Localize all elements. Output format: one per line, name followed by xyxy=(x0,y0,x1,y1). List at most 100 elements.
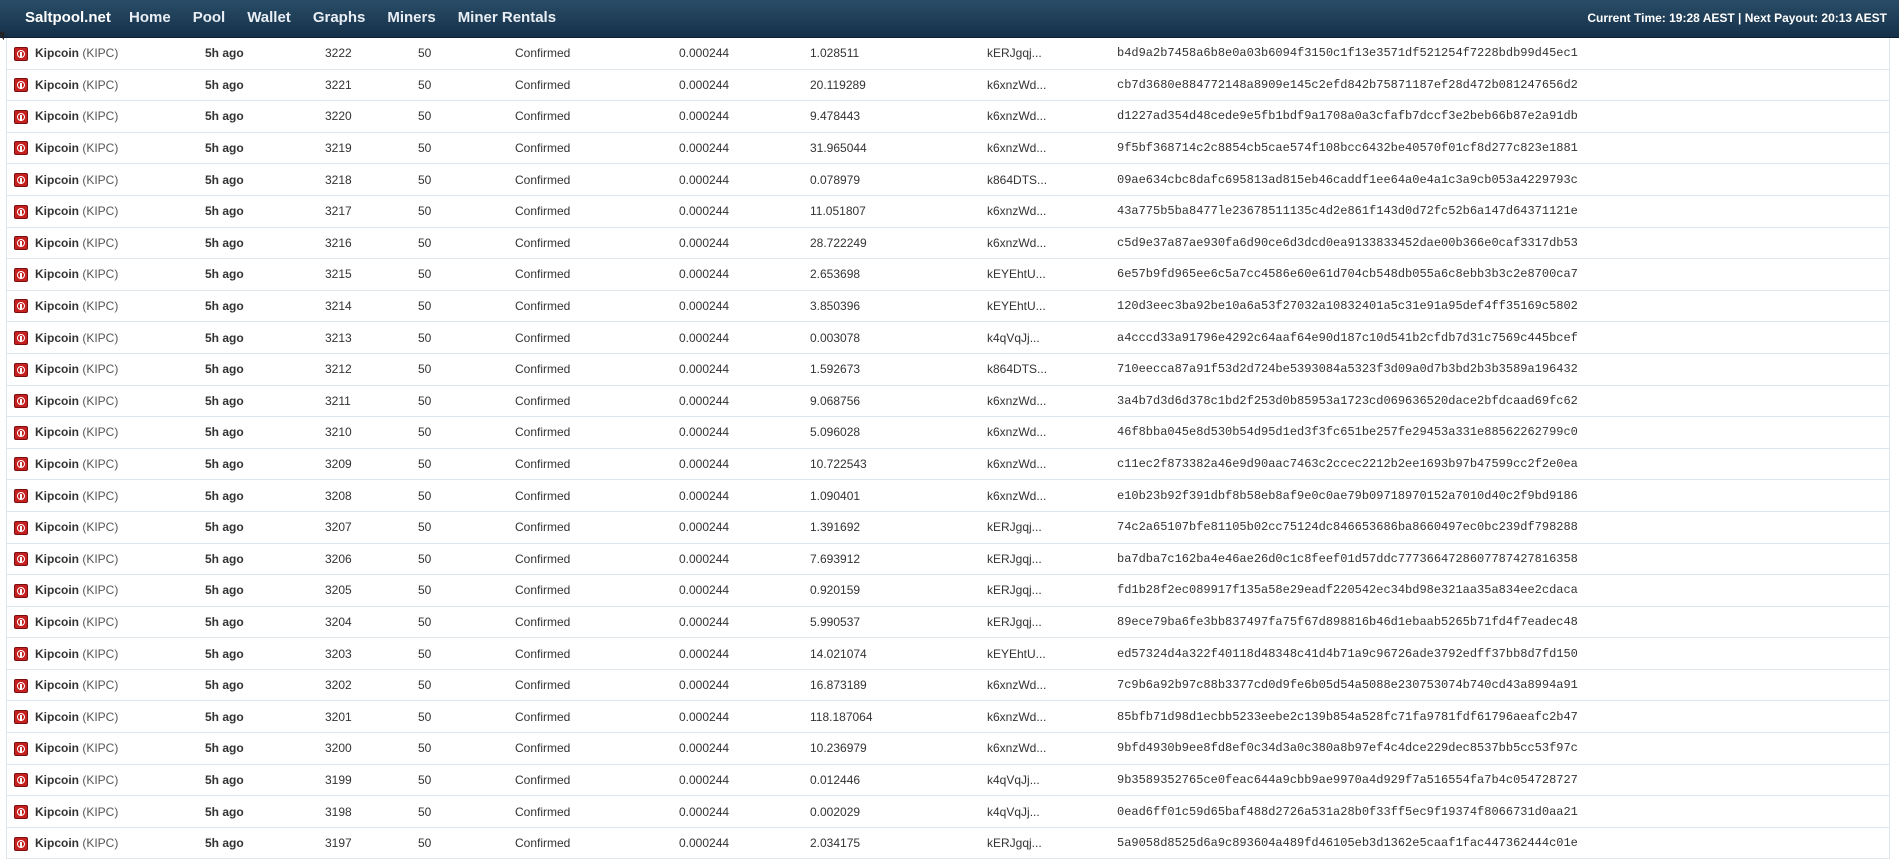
block-finder-cell: k6xnzWd... xyxy=(987,385,1117,418)
block-confirmations: 50 xyxy=(418,764,515,797)
block-hash-link[interactable]: 46f8bba045e8d530b54d95d1ed3f3fc651be257f… xyxy=(1117,425,1578,439)
block-reward: 2.653698 xyxy=(810,258,987,291)
coin-cell: Kipcoin (KIPC) xyxy=(35,827,205,858)
block-finder-link[interactable]: k6xnzWd... xyxy=(987,78,1046,92)
block-hash-link[interactable]: 74c2a65107bfe81105b02cc75124dc846653686b… xyxy=(1117,520,1578,534)
nav-link-miners[interactable]: Miners xyxy=(387,0,435,36)
block-finder-link[interactable]: kERJgqj... xyxy=(987,46,1042,60)
block-finder-link[interactable]: k4qVqJj... xyxy=(987,773,1040,787)
block-confirmations: 50 xyxy=(418,385,515,418)
block-finder-link[interactable]: k6xnzWd... xyxy=(987,141,1046,155)
block-hash-link[interactable]: 7c9b6a92b97c88b3377cd0d9fe6b05d54a5088e2… xyxy=(1117,678,1578,692)
coin-cell: Kipcoin (KIPC) xyxy=(35,574,205,607)
block-status: Confirmed xyxy=(515,321,679,354)
block-finder-link[interactable]: kEYEhtU... xyxy=(987,267,1046,281)
coin-cell: Kipcoin (KIPC) xyxy=(35,700,205,734)
block-finder-link[interactable]: k4qVqJj... xyxy=(987,331,1040,345)
block-height: 3220 xyxy=(325,100,418,133)
block-finder-link[interactable]: kERJgqj... xyxy=(987,615,1042,629)
block-hash-link[interactable]: ed57324d4a322f40118d48348c41d4b71a9c9672… xyxy=(1117,647,1578,661)
block-finder-link[interactable]: k6xnzWd... xyxy=(987,457,1046,471)
coin-name: Kipcoin xyxy=(35,362,79,377)
block-time: 5h ago xyxy=(205,669,325,702)
block-hash-link[interactable]: ba7dba7c162ba4e46ae26d0c1c8feef01d57ddc7… xyxy=(1117,552,1578,566)
block-hash-link[interactable]: c11ec2f873382a46e9d90aac7463c2ccec2212b2… xyxy=(1117,457,1578,471)
coin-icon-cell xyxy=(7,258,35,291)
block-height: 3219 xyxy=(325,132,418,165)
block-hash-link[interactable]: e10b23b92f391dbf8b58eb8af9e0c0ae79b09718… xyxy=(1117,489,1578,503)
block-finder-link[interactable]: k6xnzWd... xyxy=(987,204,1046,218)
block-hash-link[interactable]: 0ead6ff01c59d65baf488d2726a531a28b0f33ff… xyxy=(1117,805,1578,819)
block-finder-link[interactable]: kEYEhtU... xyxy=(987,299,1046,313)
block-difficulty: 0.000244 xyxy=(679,385,810,418)
block-difficulty: 0.000244 xyxy=(679,258,810,291)
block-finder-link[interactable]: k6xnzWd... xyxy=(987,710,1046,724)
block-finder-link[interactable]: k864DTS... xyxy=(987,173,1047,187)
coin-ticker: (KIPC) xyxy=(82,804,119,819)
block-finder-link[interactable]: k6xnzWd... xyxy=(987,425,1046,439)
block-finder-cell: k6xnzWd... xyxy=(987,448,1117,481)
block-finder-link[interactable]: kERJgqj... xyxy=(987,836,1042,850)
kipcoin-icon xyxy=(14,457,28,472)
block-hash-link[interactable]: d1227ad354d48cede9e5fb1bdf9a1708a0a3cfaf… xyxy=(1117,109,1578,123)
block-hash-link[interactable]: 43a775b5ba8477le23678511135c4d2e861f143d… xyxy=(1117,204,1578,218)
coin-ticker: (KIPC) xyxy=(82,204,119,219)
block-hash-link[interactable]: 09ae634cbc8dafc695813ad815eb46caddf1ee64… xyxy=(1117,173,1578,187)
block-status: Confirmed xyxy=(515,416,679,449)
block-finder-link[interactable]: k6xnzWd... xyxy=(987,741,1046,755)
block-hash-link[interactable]: c5d9e37a87ae930fa6d90ce6d3dcd0ea91338334… xyxy=(1117,236,1578,250)
block-hash-link[interactable]: 5a9058d8525d6a9c893604a489fd46105eb3d136… xyxy=(1117,836,1578,850)
block-finder-link[interactable]: k4qVqJj... xyxy=(987,805,1040,819)
block-hash-link[interactable]: 6e57b9fd965ee6c5a7cc4586e60e61d704cb548d… xyxy=(1117,267,1578,281)
block-hash-link[interactable]: fd1b28f2ec089917f135a58e29eadf220542ec34… xyxy=(1117,583,1578,597)
coin-name: Kipcoin xyxy=(35,172,79,187)
block-finder-link[interactable]: k6xnzWd... xyxy=(987,678,1046,692)
block-reward: 3.850396 xyxy=(810,290,987,323)
block-finder-cell: k6xnzWd... xyxy=(987,132,1117,165)
block-time: 5h ago xyxy=(205,353,325,386)
block-status: Confirmed xyxy=(515,353,679,386)
block-finder-link[interactable]: kERJgqj... xyxy=(987,583,1042,597)
nav-link-wallet[interactable]: Wallet xyxy=(247,0,291,36)
block-hash-link[interactable]: 9b3589352765ce0feac644a9cbb9ae9970a4d929… xyxy=(1117,773,1578,787)
block-hash-link[interactable]: 89ece79ba6fe3bb837497fa75f67d898816b46d1… xyxy=(1117,615,1578,629)
block-status: Confirmed xyxy=(515,258,679,291)
block-hash-cell: 710eecca87a91f53d2d724be5393084a5323f3d0… xyxy=(1117,353,1889,386)
coin-cell: Kipcoin (KIPC) xyxy=(35,511,205,544)
coin-icon-cell xyxy=(7,827,35,858)
nav-link-home[interactable]: Home xyxy=(129,0,171,36)
block-finder-link[interactable]: k6xnzWd... xyxy=(987,109,1046,123)
brand-link[interactable]: Saltpool.net xyxy=(25,0,111,36)
block-hash-link[interactable]: cb7d3680e884772148a8909e145c2efd842b7587… xyxy=(1117,78,1578,92)
coin-icon-cell xyxy=(7,574,35,607)
block-confirmations: 50 xyxy=(418,836,432,851)
block-hash-link[interactable]: 120d3eec3ba92be10a6a53f27032a10832401a5c… xyxy=(1117,299,1578,313)
block-hash-link[interactable]: 3a4b7d3d6d378c1bd2f253d0b85953a1723cd069… xyxy=(1117,394,1578,408)
block-finder-link[interactable]: kEYEhtU... xyxy=(987,647,1046,661)
block-status: Confirmed xyxy=(515,227,679,260)
nav-link-graphs[interactable]: Graphs xyxy=(313,0,366,36)
coin-icon-cell xyxy=(7,227,35,260)
block-height: 3203 xyxy=(325,637,418,670)
block-finder-link[interactable]: k6xnzWd... xyxy=(987,236,1046,250)
block-row: Kipcoin (KIPC) 5h ago 3206 50 Confirmed … xyxy=(7,543,1889,576)
block-status: Confirmed xyxy=(515,637,679,670)
block-hash-link[interactable]: 85bfb71d98d1ecbb5233eebe2c139b854a528fc7… xyxy=(1117,710,1578,724)
nav-link-miner-rentals[interactable]: Miner Rentals xyxy=(458,0,556,36)
block-hash-link[interactable]: 9bfd4930b9ee8fd8ef0c34d3a0c380a8b97ef4c4… xyxy=(1117,741,1578,755)
block-finder-link[interactable]: k6xnzWd... xyxy=(987,394,1046,408)
block-time: 5h ago xyxy=(205,764,325,797)
block-hash-link[interactable]: 9f5bf368714c2c8854cb5cae574f108bcc6432be… xyxy=(1117,141,1578,155)
block-hash-link[interactable]: 710eecca87a91f53d2d724be5393084a5323f3d0… xyxy=(1117,362,1578,376)
block-hash-cell: 9f5bf368714c2c8854cb5cae574f108bcc6432be… xyxy=(1117,132,1889,165)
block-finder-link[interactable]: kERJgqj... xyxy=(987,520,1042,534)
block-hash-link[interactable]: b4d9a2b7458a6b8e0a03b6094f3150c1f13e3571… xyxy=(1117,46,1578,60)
block-finder-link[interactable]: k6xnzWd... xyxy=(987,489,1046,503)
block-finder-link[interactable]: k864DTS... xyxy=(987,362,1047,376)
nav-link-pool[interactable]: Pool xyxy=(193,0,226,36)
block-hash-link[interactable]: a4cccd33a91796e4292c64aaf64e90d187c10d54… xyxy=(1117,331,1578,345)
coin-name: Kipcoin xyxy=(35,804,79,819)
block-finder-link[interactable]: kERJgqj... xyxy=(987,552,1042,566)
block-finder-cell: kERJgqj... xyxy=(987,827,1117,858)
block-time: 5h ago xyxy=(205,100,325,133)
